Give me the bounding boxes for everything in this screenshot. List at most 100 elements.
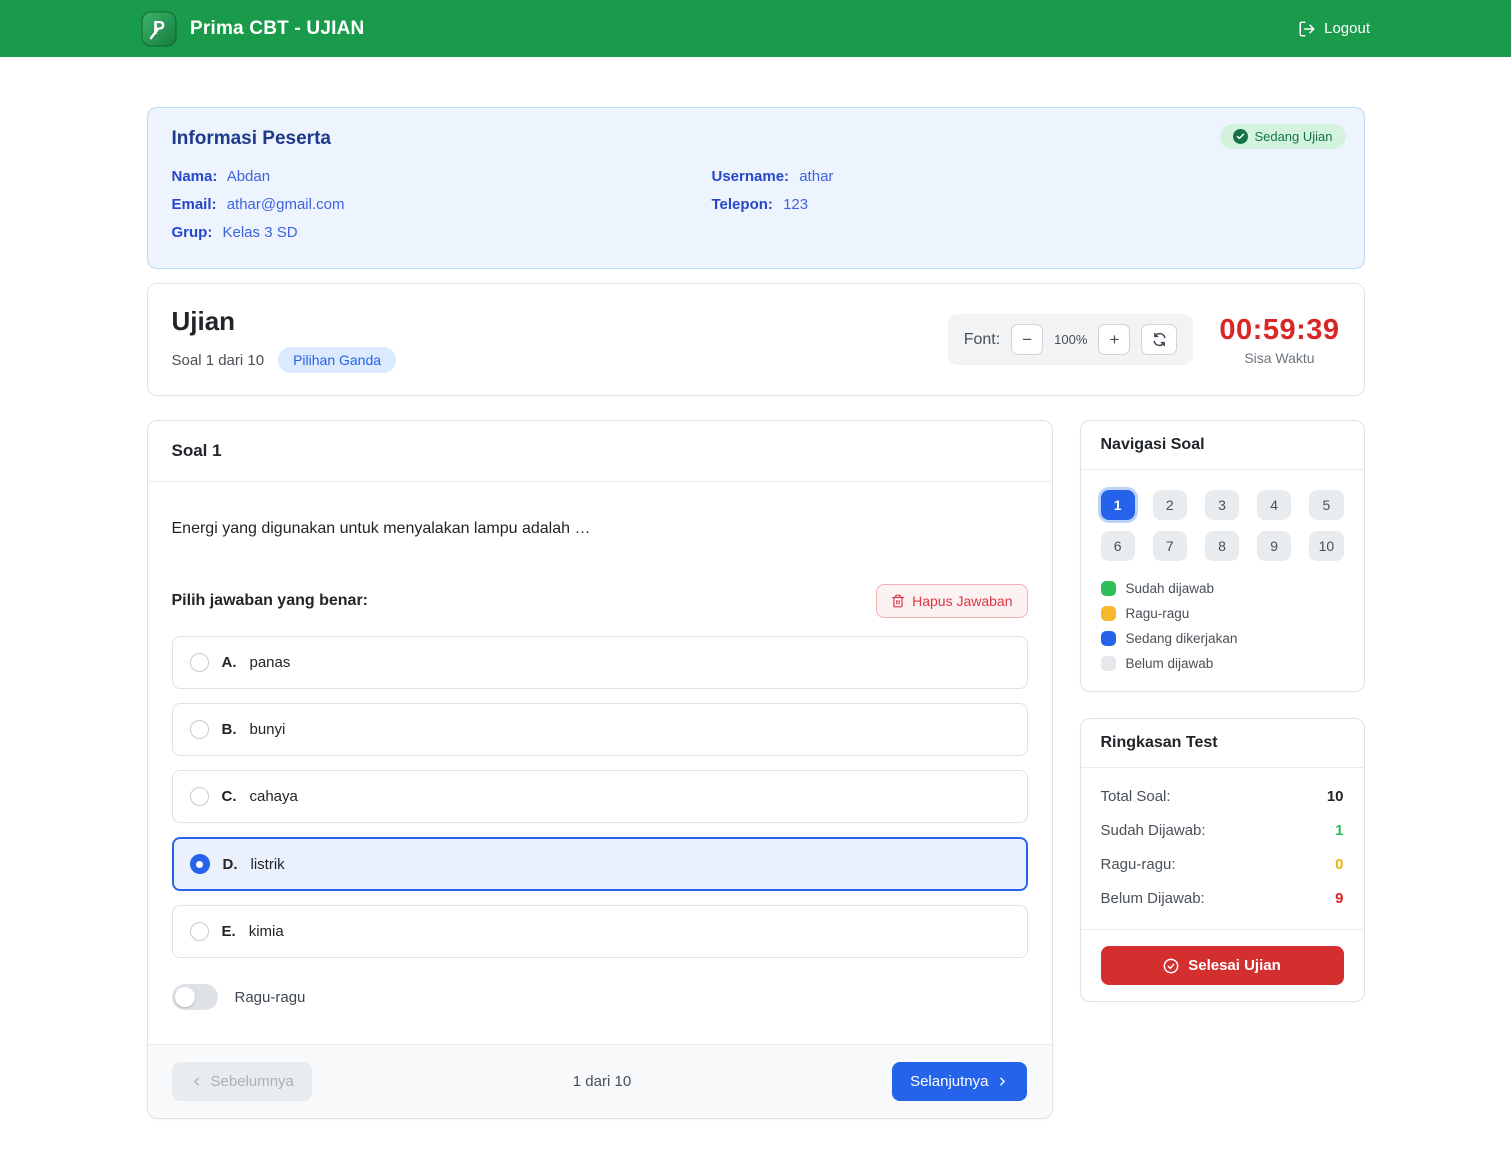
answer-option-c[interactable]: C. cahaya xyxy=(172,770,1028,823)
summary-label: Sudah Dijawab: xyxy=(1101,822,1206,839)
timer-value: 00:59:39 xyxy=(1219,314,1339,347)
summary-label: Total Soal: xyxy=(1101,788,1171,805)
legend-label: Sedang dikerjakan xyxy=(1126,631,1238,646)
logout-icon xyxy=(1298,20,1316,38)
app-logo-icon: P xyxy=(141,11,177,47)
field-email-label: Email: xyxy=(172,196,217,213)
option-text: panas xyxy=(250,654,291,671)
field-telepon: Telepon: 123 xyxy=(712,196,1340,213)
summary-footer: Selesai Ujian xyxy=(1081,929,1364,1001)
nav-question-6[interactable]: 6 xyxy=(1101,531,1135,561)
nav-question-4[interactable]: 4 xyxy=(1257,490,1291,520)
clear-answer-label: Hapus Jawaban xyxy=(912,593,1012,609)
field-nama-label: Nama: xyxy=(172,168,218,185)
nav-question-2[interactable]: 2 xyxy=(1153,490,1187,520)
legend-doubt: Ragu-ragu xyxy=(1101,606,1344,621)
field-nama-value: Abdan xyxy=(227,168,270,185)
refresh-icon xyxy=(1152,332,1167,347)
current-swatch-icon xyxy=(1101,631,1116,646)
answered-swatch-icon xyxy=(1101,581,1116,596)
app-title: Prima CBT - UJIAN xyxy=(190,18,364,40)
font-increase-button[interactable]: + xyxy=(1098,324,1130,355)
doubt-toggle[interactable] xyxy=(172,984,218,1010)
field-username-value: athar xyxy=(799,168,833,185)
finish-exam-button[interactable]: Selesai Ujian xyxy=(1101,946,1344,985)
radio-option-d[interactable] xyxy=(190,854,210,874)
summary-value: 9 xyxy=(1335,890,1343,907)
doubt-row: Ragu-ragu xyxy=(172,984,1028,1010)
exam-title: Ujian xyxy=(172,306,397,337)
summary-answered: Sudah Dijawab: 1 xyxy=(1101,822,1344,839)
summary-unanswered: Belum Dijawab: 9 xyxy=(1101,890,1344,907)
nav-question-8[interactable]: 8 xyxy=(1205,531,1239,561)
nav-question-7[interactable]: 7 xyxy=(1153,531,1187,561)
field-email-value: athar@gmail.com xyxy=(227,196,345,213)
legend-current: Sedang dikerjakan xyxy=(1101,631,1344,646)
next-button[interactable]: Selanjutnya xyxy=(892,1062,1027,1101)
check-circle-icon xyxy=(1163,958,1179,974)
option-text: listrik xyxy=(251,856,285,873)
answer-option-a[interactable]: A. panas xyxy=(172,636,1028,689)
navigation-title: Navigasi Soal xyxy=(1081,421,1364,470)
option-key: B. xyxy=(222,721,237,738)
nav-question-10[interactable]: 10 xyxy=(1309,531,1343,561)
previous-button[interactable]: Sebelumnya xyxy=(172,1062,312,1101)
font-size-value: 100% xyxy=(1054,332,1087,347)
participant-info-title: Informasi Peserta xyxy=(172,128,1340,150)
field-grup-value: Kelas 3 SD xyxy=(223,224,298,241)
question-footer: Sebelumnya 1 dari 10 Selanjutnya xyxy=(148,1044,1052,1118)
doubt-swatch-icon xyxy=(1101,606,1116,621)
exam-header-card: Ujian Soal 1 dari 10 Pilihan Ganda Font:… xyxy=(147,283,1365,396)
summary-value: 1 xyxy=(1335,822,1343,839)
clear-answer-button[interactable]: Hapus Jawaban xyxy=(876,584,1027,618)
logout-button[interactable]: Logout xyxy=(1298,20,1370,38)
timer-label: Sisa Waktu xyxy=(1219,350,1339,366)
field-nama: Nama: Abdan xyxy=(172,168,712,185)
question-body: Energi yang digunakan untuk menyalakan l… xyxy=(148,482,1052,1044)
answer-option-e[interactable]: E. kimia xyxy=(172,905,1028,958)
font-decrease-button[interactable]: − xyxy=(1011,324,1043,355)
font-reset-button[interactable] xyxy=(1141,324,1177,355)
participant-info-card: Informasi Peserta Sedang Ujian Nama: Abd… xyxy=(147,107,1365,269)
option-key: A. xyxy=(222,654,237,671)
field-username: Username: athar xyxy=(712,168,1340,185)
option-key: E. xyxy=(222,923,236,940)
exam-header-right: Font: − 100% + 00:59:39 Sisa Waktu xyxy=(948,314,1340,366)
nav-question-3[interactable]: 3 xyxy=(1205,490,1239,520)
legend-unanswered: Belum dijawab xyxy=(1101,656,1344,671)
summary-label: Belum Dijawab: xyxy=(1101,890,1205,907)
finish-exam-label: Selesai Ujian xyxy=(1188,957,1281,974)
timer: 00:59:39 Sisa Waktu xyxy=(1219,314,1339,366)
answer-option-b[interactable]: B. bunyi xyxy=(172,703,1028,756)
nav-question-5[interactable]: 5 xyxy=(1309,490,1343,520)
nav-question-9[interactable]: 9 xyxy=(1257,531,1291,561)
exam-status-badge: Sedang Ujian xyxy=(1220,124,1345,149)
trash-icon xyxy=(891,594,905,608)
exam-status-label: Sedang Ujian xyxy=(1254,129,1332,144)
summary-doubt: Ragu-ragu: 0 xyxy=(1101,856,1344,873)
field-grup: Grup: Kelas 3 SD xyxy=(172,224,712,241)
question-type-badge: Pilihan Ganda xyxy=(278,347,396,373)
summary-title: Ringkasan Test xyxy=(1081,719,1364,768)
legend-label: Sudah dijawab xyxy=(1126,581,1215,596)
option-text: kimia xyxy=(249,923,284,940)
exam-header-left: Ujian Soal 1 dari 10 Pilihan Ganda xyxy=(172,306,397,373)
instruction-row: Pilih jawaban yang benar: Hapus Jawaban xyxy=(172,584,1028,618)
radio-option-b[interactable] xyxy=(190,720,209,739)
nav-question-1[interactable]: 1 xyxy=(1101,490,1135,520)
app-header: P Prima CBT - UJIAN Logout xyxy=(0,0,1511,57)
radio-option-c[interactable] xyxy=(190,787,209,806)
legend-label: Belum dijawab xyxy=(1126,656,1214,671)
option-text: cahaya xyxy=(250,788,298,805)
status-legend: Sudah dijawab Ragu-ragu Sedang dikerjaka… xyxy=(1101,581,1344,671)
option-key: C. xyxy=(222,788,237,805)
answer-option-d[interactable]: D. listrik xyxy=(172,837,1028,891)
radio-option-a[interactable] xyxy=(190,653,209,672)
summary-label: Ragu-ragu: xyxy=(1101,856,1176,873)
question-card-title: Soal 1 xyxy=(148,421,1052,482)
toggle-knob-icon xyxy=(175,987,195,1007)
question-navigation-card: Navigasi Soal 1 2 3 4 5 6 7 8 9 10 xyxy=(1080,420,1365,692)
radio-option-e[interactable] xyxy=(190,922,209,941)
brand: P Prima CBT - UJIAN xyxy=(141,11,364,47)
chevron-left-icon xyxy=(190,1075,203,1088)
